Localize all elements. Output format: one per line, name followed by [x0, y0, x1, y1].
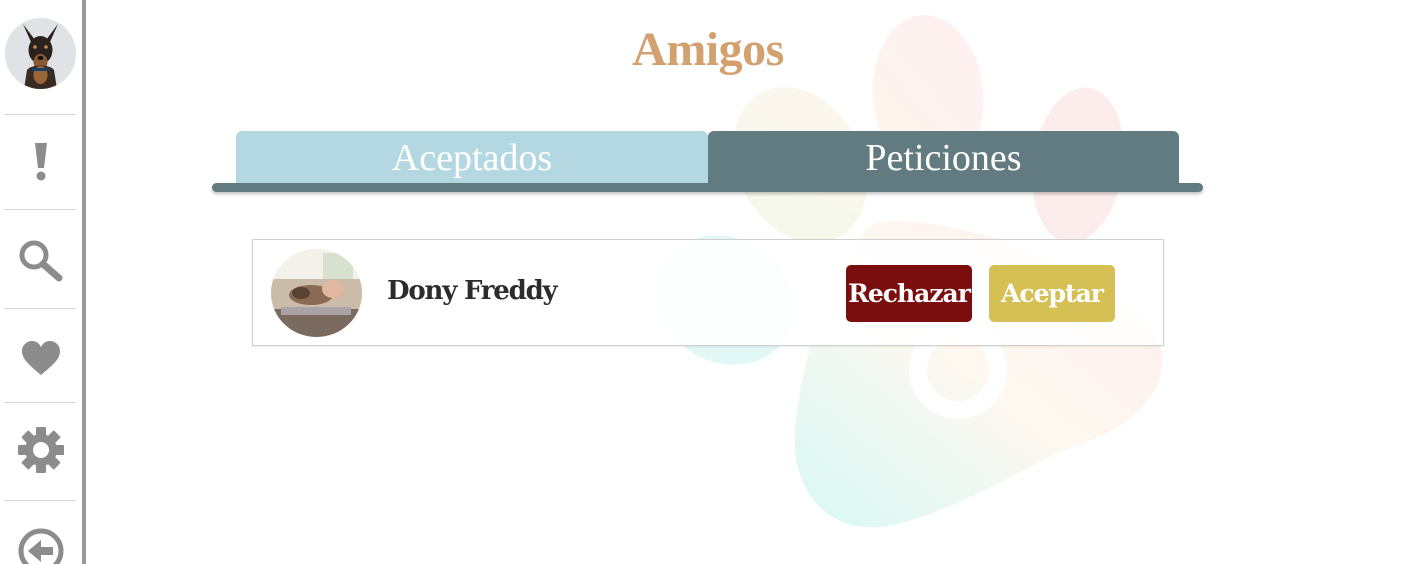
tab-accepted[interactable]: Aceptados: [236, 131, 708, 184]
sidebar-item-favorites[interactable]: [12, 330, 70, 388]
reject-button[interactable]: Rechazar: [846, 265, 972, 322]
sidebar-item-search[interactable]: [12, 231, 70, 289]
sidebar-divider: [4, 500, 76, 501]
avatar[interactable]: [5, 18, 76, 89]
friend-photo-image: [271, 249, 362, 337]
gear-icon: [18, 427, 64, 473]
sidebar-divider: [4, 402, 76, 403]
sidebar: [0, 0, 86, 564]
friends-page: Amigos Aceptados Peticiones Dony Freddy …: [0, 0, 1405, 564]
accept-button[interactable]: Aceptar: [989, 265, 1115, 322]
tabs-underline: [212, 183, 1203, 192]
exclamation-icon: [35, 143, 47, 181]
heart-icon: [22, 341, 60, 375]
friend-request-card: Dony Freddy Rechazar Aceptar: [252, 239, 1164, 346]
sidebar-divider: [4, 209, 76, 210]
logout-arrow-icon: [18, 528, 64, 564]
friend-avatar: [271, 249, 362, 337]
sidebar-item-settings[interactable]: [12, 421, 70, 479]
friend-name: Dony Freddy: [387, 276, 558, 306]
sidebar-divider: [4, 308, 76, 309]
sidebar-item-notifications[interactable]: [12, 132, 70, 190]
sidebar-divider: [4, 114, 76, 115]
sidebar-item-logout[interactable]: [12, 522, 70, 564]
tab-requests[interactable]: Peticiones: [708, 131, 1179, 184]
search-icon: [19, 240, 63, 282]
page-title: Amigos: [632, 23, 784, 76]
dog-avatar-icon: [5, 18, 76, 89]
